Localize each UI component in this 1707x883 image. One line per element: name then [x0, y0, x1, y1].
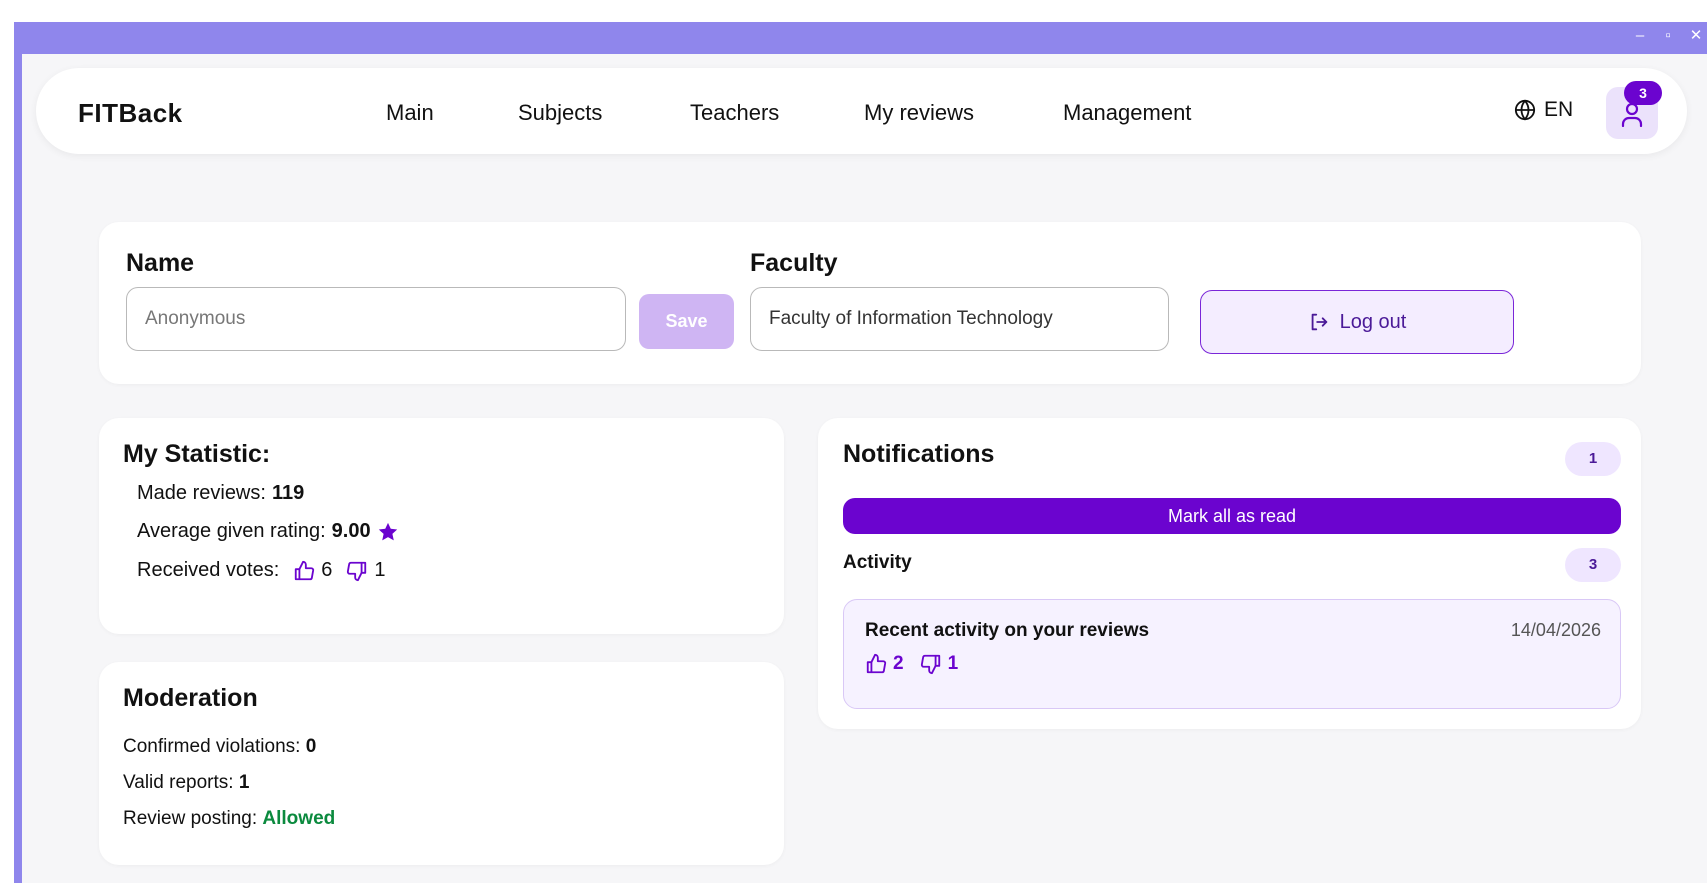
statistics-card: My Statistic: Made reviews: 119 Average … [99, 418, 784, 634]
notifications-title: Notifications [843, 440, 995, 468]
app-window: – ▫ ✕ FITBack Main Subjects Teachers My … [14, 22, 1707, 883]
made-reviews-stat: Made reviews: 119 [137, 482, 304, 505]
activity-item-title: Recent activity on your reviews [865, 620, 1150, 641]
minimize-button[interactable]: – [1631, 26, 1649, 46]
valid-reports: Valid reports: 1 [123, 772, 249, 794]
received-votes-stat: Received votes: 6 1 [137, 559, 386, 582]
thumbs-down-icon [920, 654, 940, 675]
notification-badge: 3 [1624, 81, 1662, 105]
nav-link-main[interactable]: Main [386, 100, 434, 126]
moderation-card: Moderation Confirmed violations: 0 Valid… [99, 662, 784, 865]
thumbs-up-icon [295, 560, 315, 580]
nav-link-my-reviews[interactable]: My reviews [864, 100, 974, 126]
close-button[interactable]: ✕ [1687, 26, 1705, 46]
screen: – ▫ ✕ FITBack Main Subjects Teachers My … [0, 0, 1707, 883]
received-votes-label: Received votes: [137, 559, 280, 581]
nav-link-teachers[interactable]: Teachers [690, 100, 779, 126]
activity-item-date: 14/04/2026 [1510, 620, 1601, 640]
name-label: Name [126, 249, 195, 277]
received-downvotes-count: 1 [374, 559, 386, 581]
name-input[interactable] [126, 287, 626, 351]
review-posting-label: Review posting: [123, 808, 258, 829]
average-rating-value: 9.00 [331, 520, 371, 542]
confirmed-violations-value: 0 [305, 736, 317, 757]
globe-icon [1514, 99, 1536, 121]
profile-button[interactable]: 3 [1606, 81, 1662, 139]
faculty-input[interactable] [750, 287, 1169, 351]
language-selector[interactable]: EN [1514, 98, 1573, 122]
confirmed-violations: Confirmed violations: 0 [123, 736, 316, 758]
window-controls: – ▫ ✕ [1631, 26, 1705, 46]
profile-card: Name Save Faculty Log out [99, 222, 1641, 384]
notifications-card: Notifications 1 Mark all as read Activit… [818, 418, 1641, 729]
activity-upvotes-count: 2 [893, 653, 904, 674]
average-rating-stat: Average given rating: 9.00 [137, 520, 399, 543]
logout-button[interactable]: Log out [1200, 290, 1514, 354]
maximize-button[interactable]: ▫ [1659, 26, 1677, 46]
received-downvotes: 1 [346, 559, 386, 582]
thumbs-up-icon [866, 653, 887, 674]
valid-reports-value: 1 [238, 772, 250, 793]
activity-count-badge: 3 [1565, 548, 1621, 582]
logout-icon [1311, 313, 1327, 331]
mark-all-read-button[interactable]: Mark all as read [843, 498, 1621, 534]
received-upvotes-count: 6 [321, 559, 333, 581]
top-navbar: FITBack Main Subjects Teachers My review… [36, 68, 1687, 154]
title-bar: – ▫ ✕ [14, 22, 1707, 54]
made-reviews-value: 119 [271, 482, 305, 504]
nav-link-subjects[interactable]: Subjects [518, 100, 602, 126]
made-reviews-label: Made reviews: [137, 482, 266, 504]
language-label: EN [1544, 98, 1574, 121]
activity-label: Activity [843, 552, 912, 573]
confirmed-violations-label: Confirmed violations: [123, 736, 301, 757]
received-upvotes: 6 [293, 559, 332, 582]
activity-item-votes: 2 1 [865, 653, 958, 675]
thumbs-down-icon [347, 561, 367, 581]
nav-link-management[interactable]: Management [1063, 100, 1191, 126]
review-posting: Review posting: Allowed [123, 808, 335, 830]
faculty-label: Faculty [750, 249, 838, 277]
star-icon [378, 522, 397, 540]
notifications-count-badge: 1 [1565, 442, 1621, 476]
average-rating-label: Average given rating: [137, 520, 326, 542]
brand-logo[interactable]: FITBack [78, 98, 183, 129]
app-content: FITBack Main Subjects Teachers My review… [22, 54, 1707, 883]
activity-downvotes-count: 1 [947, 653, 959, 674]
save-button[interactable]: Save [639, 294, 734, 349]
valid-reports-label: Valid reports: [123, 772, 234, 793]
review-posting-status: Allowed [262, 808, 336, 829]
moderation-title: Moderation [123, 684, 258, 712]
statistics-title: My Statistic: [123, 440, 271, 468]
logout-label: Log out [1339, 310, 1407, 333]
activity-notification-item[interactable]: Recent activity on your reviews 14/04/20… [843, 599, 1621, 709]
